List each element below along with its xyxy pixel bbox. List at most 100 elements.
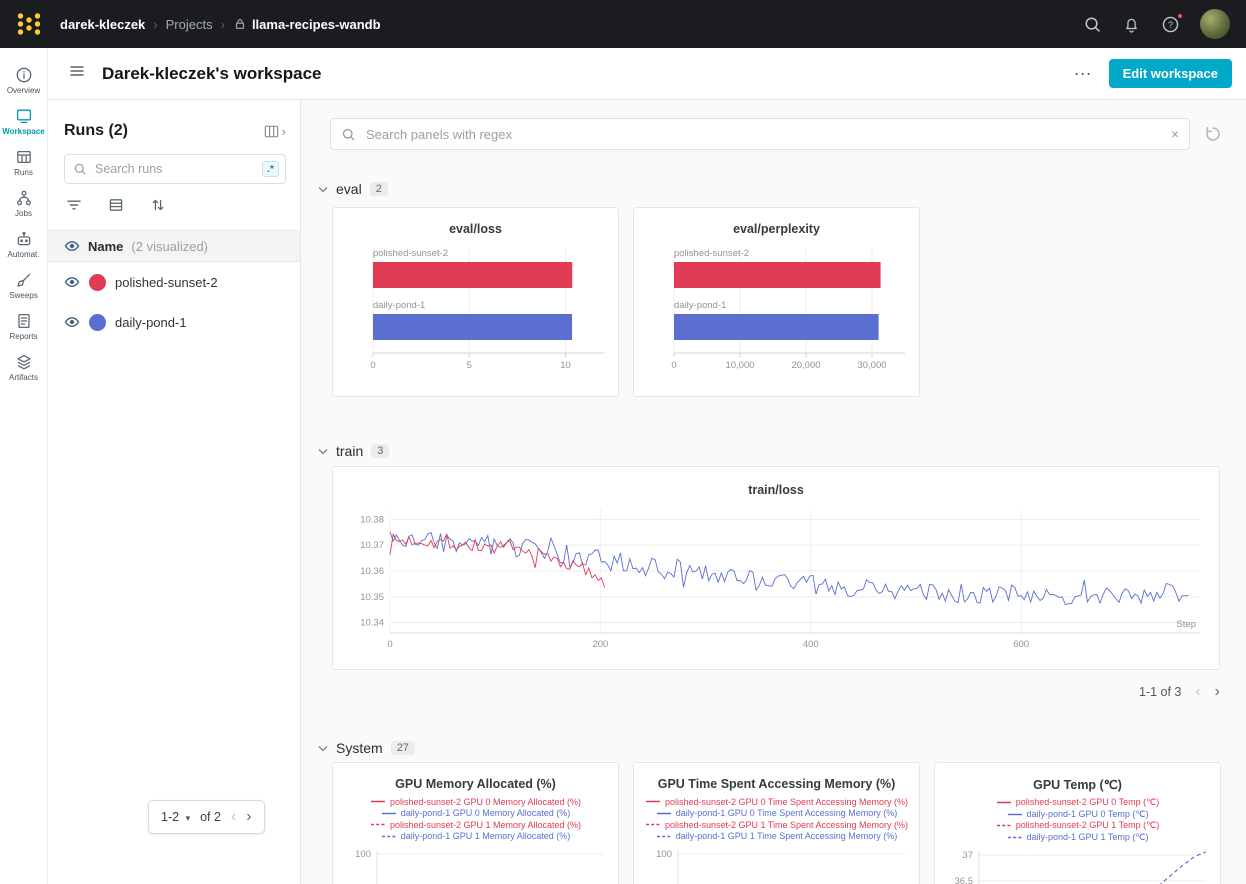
eye-icon[interactable] bbox=[64, 274, 80, 290]
panel-search-input[interactable] bbox=[364, 126, 1163, 143]
legend-item[interactable]: daily-pond-1 GPU 1 Memory Allocated (%) bbox=[338, 831, 613, 843]
chart-panel-eval-loss[interactable]: eval/loss 0510polished-sunset-2daily-pon… bbox=[332, 207, 619, 397]
runs-column-header[interactable]: Name (2 visualized) bbox=[48, 230, 300, 262]
sidebar-item-automations[interactable]: Automat. bbox=[0, 224, 47, 265]
wandb-logo[interactable] bbox=[16, 11, 42, 37]
pagination-label: 1-1 of 3 bbox=[1139, 685, 1181, 699]
overflow-menu-icon[interactable]: ⋯ bbox=[1074, 65, 1093, 83]
section-count-badge: 3 bbox=[371, 444, 389, 458]
chevron-right-icon[interactable]: › bbox=[246, 809, 251, 825]
legend-item[interactable]: daily-pond-1 GPU 0 Temp (℃) bbox=[940, 809, 1215, 821]
runs-table-expand-button[interactable]: › bbox=[263, 123, 286, 140]
group-icon[interactable] bbox=[108, 197, 124, 218]
panel-search[interactable]: × bbox=[330, 118, 1190, 150]
info-icon bbox=[15, 66, 33, 84]
legend-item[interactable]: daily-pond-1 GPU 1 Time Spent Accessing … bbox=[639, 831, 914, 843]
run-color-dot[interactable] bbox=[89, 274, 106, 291]
chart-panel-train-loss[interactable]: train/loss 10.3410.3510.3610.3710.380200… bbox=[332, 466, 1220, 670]
train-pagination: 1-1 of 3 ‹ › bbox=[301, 684, 1220, 700]
document-icon bbox=[15, 312, 33, 330]
panels-area: × eval 2 eval/loss 0 5 10 polished-sunset-2… bbox=[301, 100, 1246, 884]
chevron-left-icon[interactable]: ‹ bbox=[231, 809, 236, 825]
legend-item[interactable]: daily-pond-1 GPU 0 Memory Allocated (%) bbox=[338, 808, 613, 820]
legend-swatch-icon bbox=[645, 821, 661, 828]
breadcrumb-user[interactable]: darek-kleczek bbox=[60, 17, 145, 32]
legend-swatch-icon bbox=[1007, 834, 1023, 841]
svg-text:10: 10 bbox=[560, 360, 571, 371]
run-name[interactable]: polished-sunset-2 bbox=[115, 275, 218, 290]
sidebar-item-runs[interactable]: Runs bbox=[0, 142, 47, 183]
eye-icon[interactable] bbox=[64, 238, 80, 254]
search-history-icon[interactable] bbox=[1204, 125, 1222, 143]
regex-toggle-button[interactable]: .* bbox=[262, 161, 279, 177]
sort-icon[interactable] bbox=[150, 197, 166, 218]
navbar-actions: ? bbox=[1083, 9, 1230, 39]
sidebar-item-artifacts[interactable]: Artifacts bbox=[0, 347, 47, 388]
eye-icon[interactable] bbox=[64, 314, 80, 330]
legend-item[interactable]: polished-sunset-2 GPU 0 Time Spent Acces… bbox=[639, 796, 914, 808]
visualized-note: (2 visualized) bbox=[131, 239, 208, 254]
chart-title: GPU Time Spent Accessing Memory (%) bbox=[634, 777, 919, 791]
page-range-dropdown[interactable]: 1-2 ▾ bbox=[161, 810, 190, 824]
legend-item[interactable]: daily-pond-1 GPU 1 Temp (℃) bbox=[940, 832, 1215, 844]
chart-title: GPU Temp (℃) bbox=[935, 777, 1220, 792]
broom-icon bbox=[15, 271, 33, 289]
breadcrumb-project[interactable]: llama-recipes-wandb bbox=[252, 17, 381, 32]
section-train: train 3 train/loss 10.3410.3510.3610.371… bbox=[301, 441, 1246, 700]
help-icon[interactable]: ? bbox=[1161, 15, 1180, 34]
run-name[interactable]: daily-pond-1 bbox=[115, 315, 187, 330]
chevron-down-icon bbox=[318, 186, 328, 193]
chart-legend: polished-sunset-2 GPU 0 Time Spent Acces… bbox=[634, 796, 919, 842]
sidebar-item-label: Automat. bbox=[7, 251, 39, 259]
sidebar-item-label: Sweeps bbox=[9, 292, 37, 300]
svg-text:36.5: 36.5 bbox=[955, 876, 974, 884]
breadcrumb-separator-icon: › bbox=[153, 17, 157, 32]
line-chart: 100 bbox=[648, 846, 905, 884]
legend-swatch-icon bbox=[645, 798, 661, 805]
breadcrumb-separator-icon: › bbox=[221, 17, 225, 32]
bell-icon[interactable] bbox=[1122, 15, 1141, 34]
section-train-header[interactable]: train 3 bbox=[301, 441, 1246, 461]
chart-panel-gpu-temp[interactable]: GPU Temp (℃) polished-sunset-2 GPU 0 Tem… bbox=[934, 762, 1221, 884]
sidebar-item-overview[interactable]: Overview bbox=[0, 60, 47, 101]
filter-icon[interactable] bbox=[66, 197, 82, 218]
chart-panel-gpu-time[interactable]: GPU Time Spent Accessing Memory (%) poli… bbox=[633, 762, 920, 884]
section-eval-header[interactable]: eval 2 bbox=[301, 179, 1246, 199]
legend-item[interactable]: polished-sunset-2 GPU 1 Time Spent Acces… bbox=[639, 819, 914, 831]
legend-swatch-icon bbox=[370, 821, 386, 828]
sidebar-item-workspace[interactable]: Workspace bbox=[0, 101, 47, 142]
chevron-left-icon[interactable]: ‹ bbox=[1195, 684, 1200, 700]
panel-menu-icon[interactable] bbox=[68, 62, 86, 85]
chart-panel-gpu-memory[interactable]: GPU Memory Allocated (%) polished-sunset… bbox=[332, 762, 619, 884]
run-row[interactable]: daily-pond-1 bbox=[48, 302, 300, 342]
section-system-header[interactable]: System 27 bbox=[301, 738, 1246, 758]
sidebar-item-reports[interactable]: Reports bbox=[0, 306, 47, 347]
legend-item[interactable]: polished-sunset-2 GPU 0 Memory Allocated… bbox=[338, 796, 613, 808]
name-column-label: Name bbox=[88, 239, 123, 254]
legend-item[interactable]: polished-sunset-2 GPU 0 Temp (℃) bbox=[940, 797, 1215, 809]
chart-title: eval/perplexity bbox=[634, 222, 919, 236]
chart-panel-eval-perplexity[interactable]: eval/perplexity 010,00020,00030,000polis… bbox=[633, 207, 920, 397]
runs-search-input[interactable] bbox=[93, 161, 256, 177]
svg-text:10.34: 10.34 bbox=[360, 618, 384, 629]
sidebar-item-jobs[interactable]: Jobs bbox=[0, 183, 47, 224]
legend-swatch-icon bbox=[381, 810, 397, 817]
sidebar-item-sweeps[interactable]: Sweeps bbox=[0, 265, 47, 306]
run-row[interactable]: polished-sunset-2 bbox=[48, 262, 300, 302]
edit-workspace-button[interactable]: Edit workspace bbox=[1109, 59, 1232, 88]
chevron-right-icon[interactable]: › bbox=[1215, 684, 1220, 700]
search-icon[interactable] bbox=[1083, 15, 1102, 34]
breadcrumb-projects[interactable]: Projects bbox=[166, 17, 213, 32]
clear-search-icon[interactable]: × bbox=[1171, 126, 1179, 142]
runs-search[interactable]: .* bbox=[64, 154, 286, 184]
legend-item[interactable]: polished-sunset-2 GPU 1 Temp (℃) bbox=[940, 820, 1215, 832]
legend-item[interactable]: polished-sunset-2 GPU 1 Memory Allocated… bbox=[338, 819, 613, 831]
chart-title: eval/loss bbox=[333, 222, 618, 236]
svg-text:0: 0 bbox=[387, 639, 392, 650]
svg-text:5: 5 bbox=[467, 360, 472, 371]
run-color-dot[interactable] bbox=[89, 314, 106, 331]
lock-icon bbox=[233, 17, 247, 31]
legend-item[interactable]: daily-pond-1 GPU 0 Time Spent Accessing … bbox=[639, 808, 914, 820]
avatar[interactable] bbox=[1200, 9, 1230, 39]
legend-swatch-icon bbox=[1007, 811, 1023, 818]
